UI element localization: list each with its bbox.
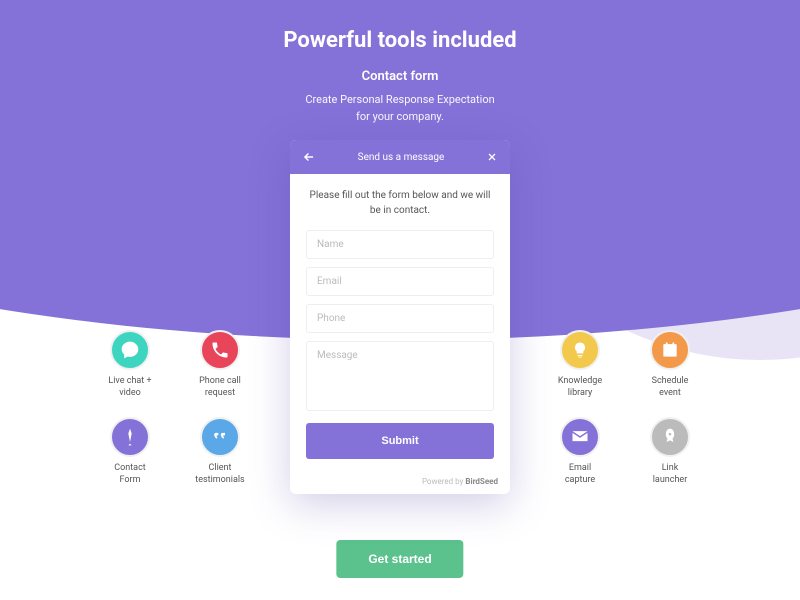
tools-right-grid: Knowledgelibrary Scheduleevent Emailcaptur… xyxy=(550,330,700,487)
tool-label: Knowledgelibrary xyxy=(550,376,610,399)
hero-description-line2: for your company. xyxy=(0,109,800,126)
card-header: Send us a message xyxy=(290,140,510,174)
card-title: Send us a message xyxy=(316,152,486,163)
phone-field[interactable]: Phone xyxy=(306,304,494,333)
bulb-icon xyxy=(560,330,600,370)
tool-right-1[interactable]: Scheduleevent xyxy=(640,330,700,399)
message-field[interactable]: Message xyxy=(306,341,494,411)
chat-icon xyxy=(110,330,150,370)
hero-description-line1: Create Personal Response Expectation xyxy=(0,92,800,109)
tool-left-1[interactable]: Phone callrequest xyxy=(190,330,250,399)
powered-by: Powered by BirdSeed xyxy=(290,469,510,494)
tool-right-3[interactable]: Linklauncher xyxy=(640,417,700,486)
tool-left-0[interactable]: Live chat +video xyxy=(100,330,160,399)
tool-label: ContactForm xyxy=(100,463,160,486)
quote-icon xyxy=(200,417,240,457)
tool-label: Clienttestimonials xyxy=(190,463,250,486)
phone-icon xyxy=(200,330,240,370)
hero-section: Powerful tools included Contact form Cre… xyxy=(0,0,800,125)
close-icon[interactable] xyxy=(486,151,498,163)
rocket-icon xyxy=(650,417,690,457)
submit-button[interactable]: Submit xyxy=(306,423,494,459)
tool-label: Live chat +video xyxy=(100,376,160,399)
email-field[interactable]: Email xyxy=(306,267,494,296)
name-field[interactable]: Name xyxy=(306,230,494,259)
tools-left-grid: Live chat +video Phone callrequest Contact… xyxy=(100,330,250,487)
tool-label: Emailcapture xyxy=(550,463,610,486)
calendar-icon xyxy=(650,330,690,370)
form-instruction: Please fill out the form below and we wi… xyxy=(306,188,494,218)
page-subtitle: Contact form xyxy=(0,69,800,84)
contact-form-card: Send us a message Please fill out the fo… xyxy=(290,140,510,494)
page-title: Powerful tools included xyxy=(0,28,800,53)
tool-right-0[interactable]: Knowledgelibrary xyxy=(550,330,610,399)
get-started-button[interactable]: Get started xyxy=(336,540,463,578)
tool-left-2[interactable]: ContactForm xyxy=(100,417,160,486)
mail-icon xyxy=(560,417,600,457)
tool-left-3[interactable]: Clienttestimonials xyxy=(190,417,250,486)
tool-label: Scheduleevent xyxy=(640,376,700,399)
tool-right-2[interactable]: Emailcapture xyxy=(550,417,610,486)
tool-label: Phone callrequest xyxy=(190,376,250,399)
pen-icon xyxy=(110,417,150,457)
back-icon[interactable] xyxy=(302,150,316,164)
tool-label: Linklauncher xyxy=(640,463,700,486)
